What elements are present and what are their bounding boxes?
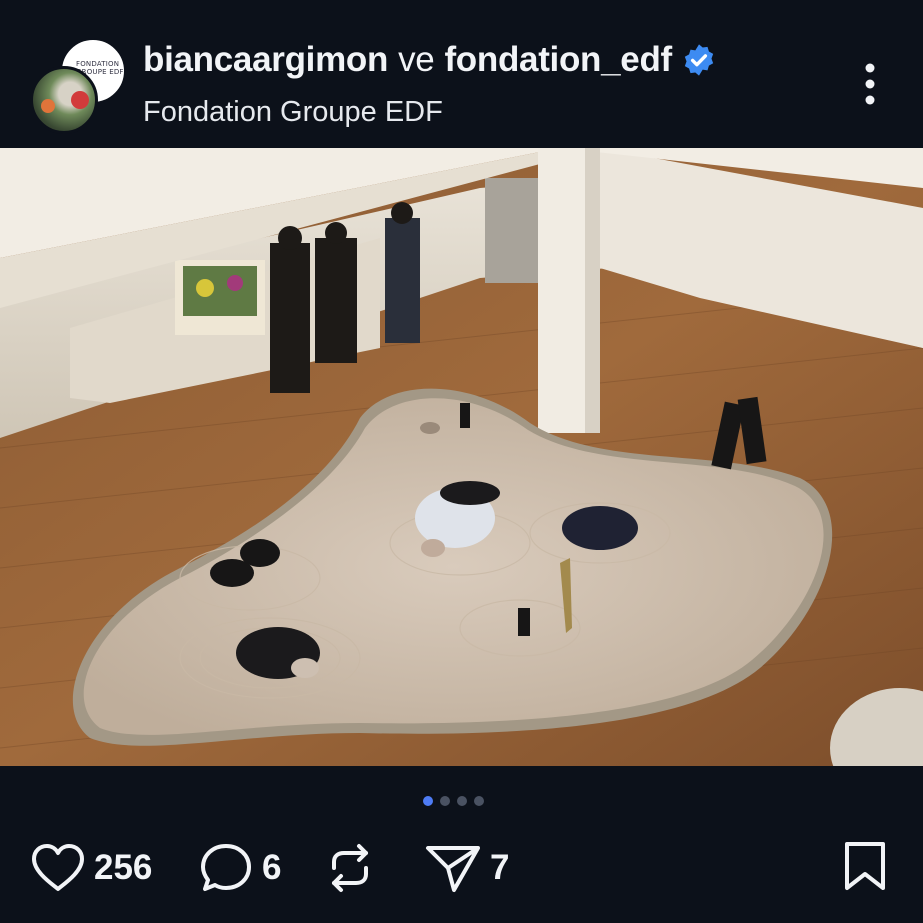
post-subtitle[interactable]: Fondation Groupe EDF [143,96,443,129]
comment-button[interactable]: 6 [198,842,281,894]
collab-avatars[interactable]: FONDATION GROUPE EDF [30,38,126,134]
carousel-dot-2[interactable] [440,796,450,806]
more-vertical-icon[interactable] [860,62,880,106]
send-icon [426,846,480,892]
post-authors: biancaargimon ve fondation_edf [143,40,716,80]
verified-badge-icon [684,44,714,76]
repost-icon [332,844,368,892]
avatar-biancaargimon[interactable] [30,66,98,134]
share-count: 7 [490,848,510,887]
like-button[interactable]: 256 [30,842,152,894]
author-link-biancaargimon[interactable]: biancaargimon [143,40,388,80]
comment-icon [201,844,251,891]
author-conjunction: ve [398,40,435,79]
post-image[interactable] [0,148,923,766]
carousel-dot-3[interactable] [457,796,467,806]
heart-icon [32,844,84,891]
gallery-installation-photo [0,148,923,766]
like-count: 256 [94,848,153,887]
author-link-fondation-edf[interactable]: fondation_edf [444,40,672,80]
bookmark-icon [845,842,885,890]
repost-button[interactable] [326,842,374,894]
share-button[interactable]: 7 [424,842,509,894]
carousel-indicator [423,796,484,806]
post-header: FONDATION GROUPE EDF biancaargimon ve fo… [0,0,923,148]
carousel-dot-4[interactable] [474,796,484,806]
bookmark-button[interactable] [842,840,888,897]
carousel-dot-1[interactable] [423,796,433,806]
comment-count: 6 [262,848,282,887]
